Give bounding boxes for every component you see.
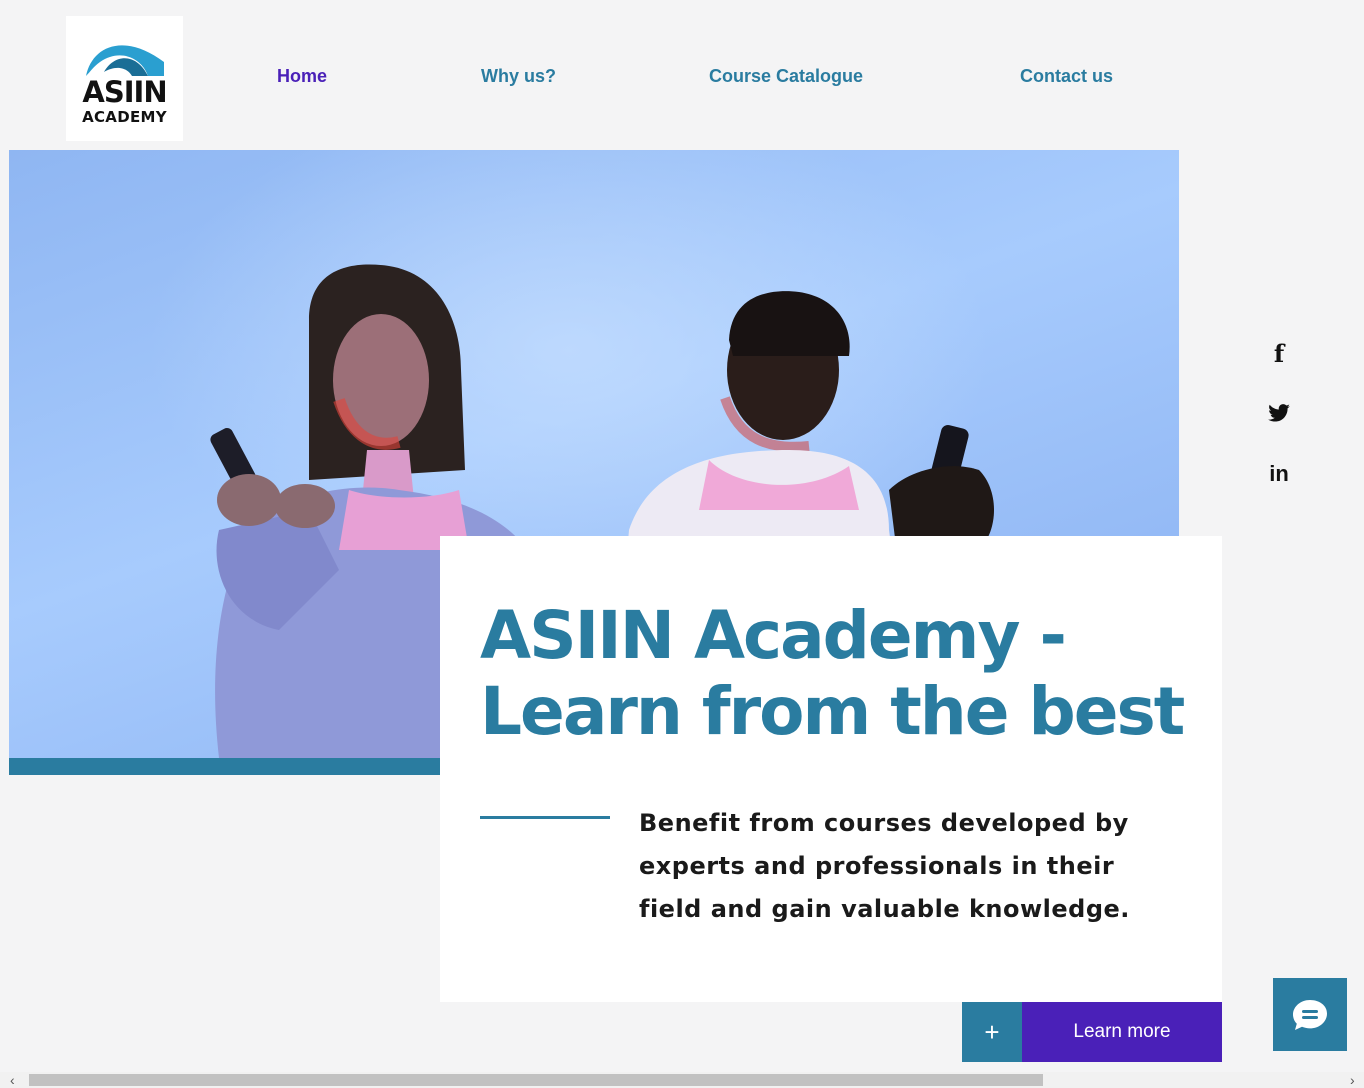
plus-icon: + [962,1002,1022,1062]
logo-wave-icon [86,45,164,76]
chat-bubble-icon [1293,999,1327,1030]
logo[interactable]: ASIIN ACADEMY [66,16,183,141]
facebook-icon[interactable]: f [1260,336,1298,370]
hero-card: ASIIN Academy - Learn from the best Bene… [440,536,1222,1002]
nav-contact-us[interactable]: Contact us [1020,66,1113,87]
nav-why-us[interactable]: Why us? [481,66,556,87]
learn-more-label: Learn more [1022,1002,1222,1062]
chat-button[interactable] [1273,978,1347,1051]
nav-home[interactable]: Home [277,66,327,87]
horizontal-scrollbar[interactable]: ‹ › [0,1072,1364,1088]
scroll-right-arrow-icon[interactable]: › [1350,1072,1355,1088]
headline-line-2: Learn from the best [480,673,1185,750]
logo-title: ASIIN [82,75,167,109]
linkedin-icon[interactable]: in [1260,457,1298,491]
headline-line-1: ASIIN Academy - [480,597,1067,674]
logo-subtitle: ACADEMY [82,108,167,126]
hero-accent-strip [9,758,441,775]
scroll-thumb[interactable] [29,1074,1043,1086]
page-title: ASIIN Academy - Learn from the best [480,598,1210,750]
twitter-icon[interactable] [1260,396,1298,430]
hero-description: Benefit from courses developed by expert… [639,809,1130,923]
scroll-left-arrow-icon[interactable]: ‹ [10,1072,15,1088]
twitter-bird-icon [1268,404,1290,422]
accent-divider [480,816,610,819]
nav-course-catalogue[interactable]: Course Catalogue [709,66,863,87]
learn-more-button[interactable]: + Learn more [962,1002,1222,1062]
